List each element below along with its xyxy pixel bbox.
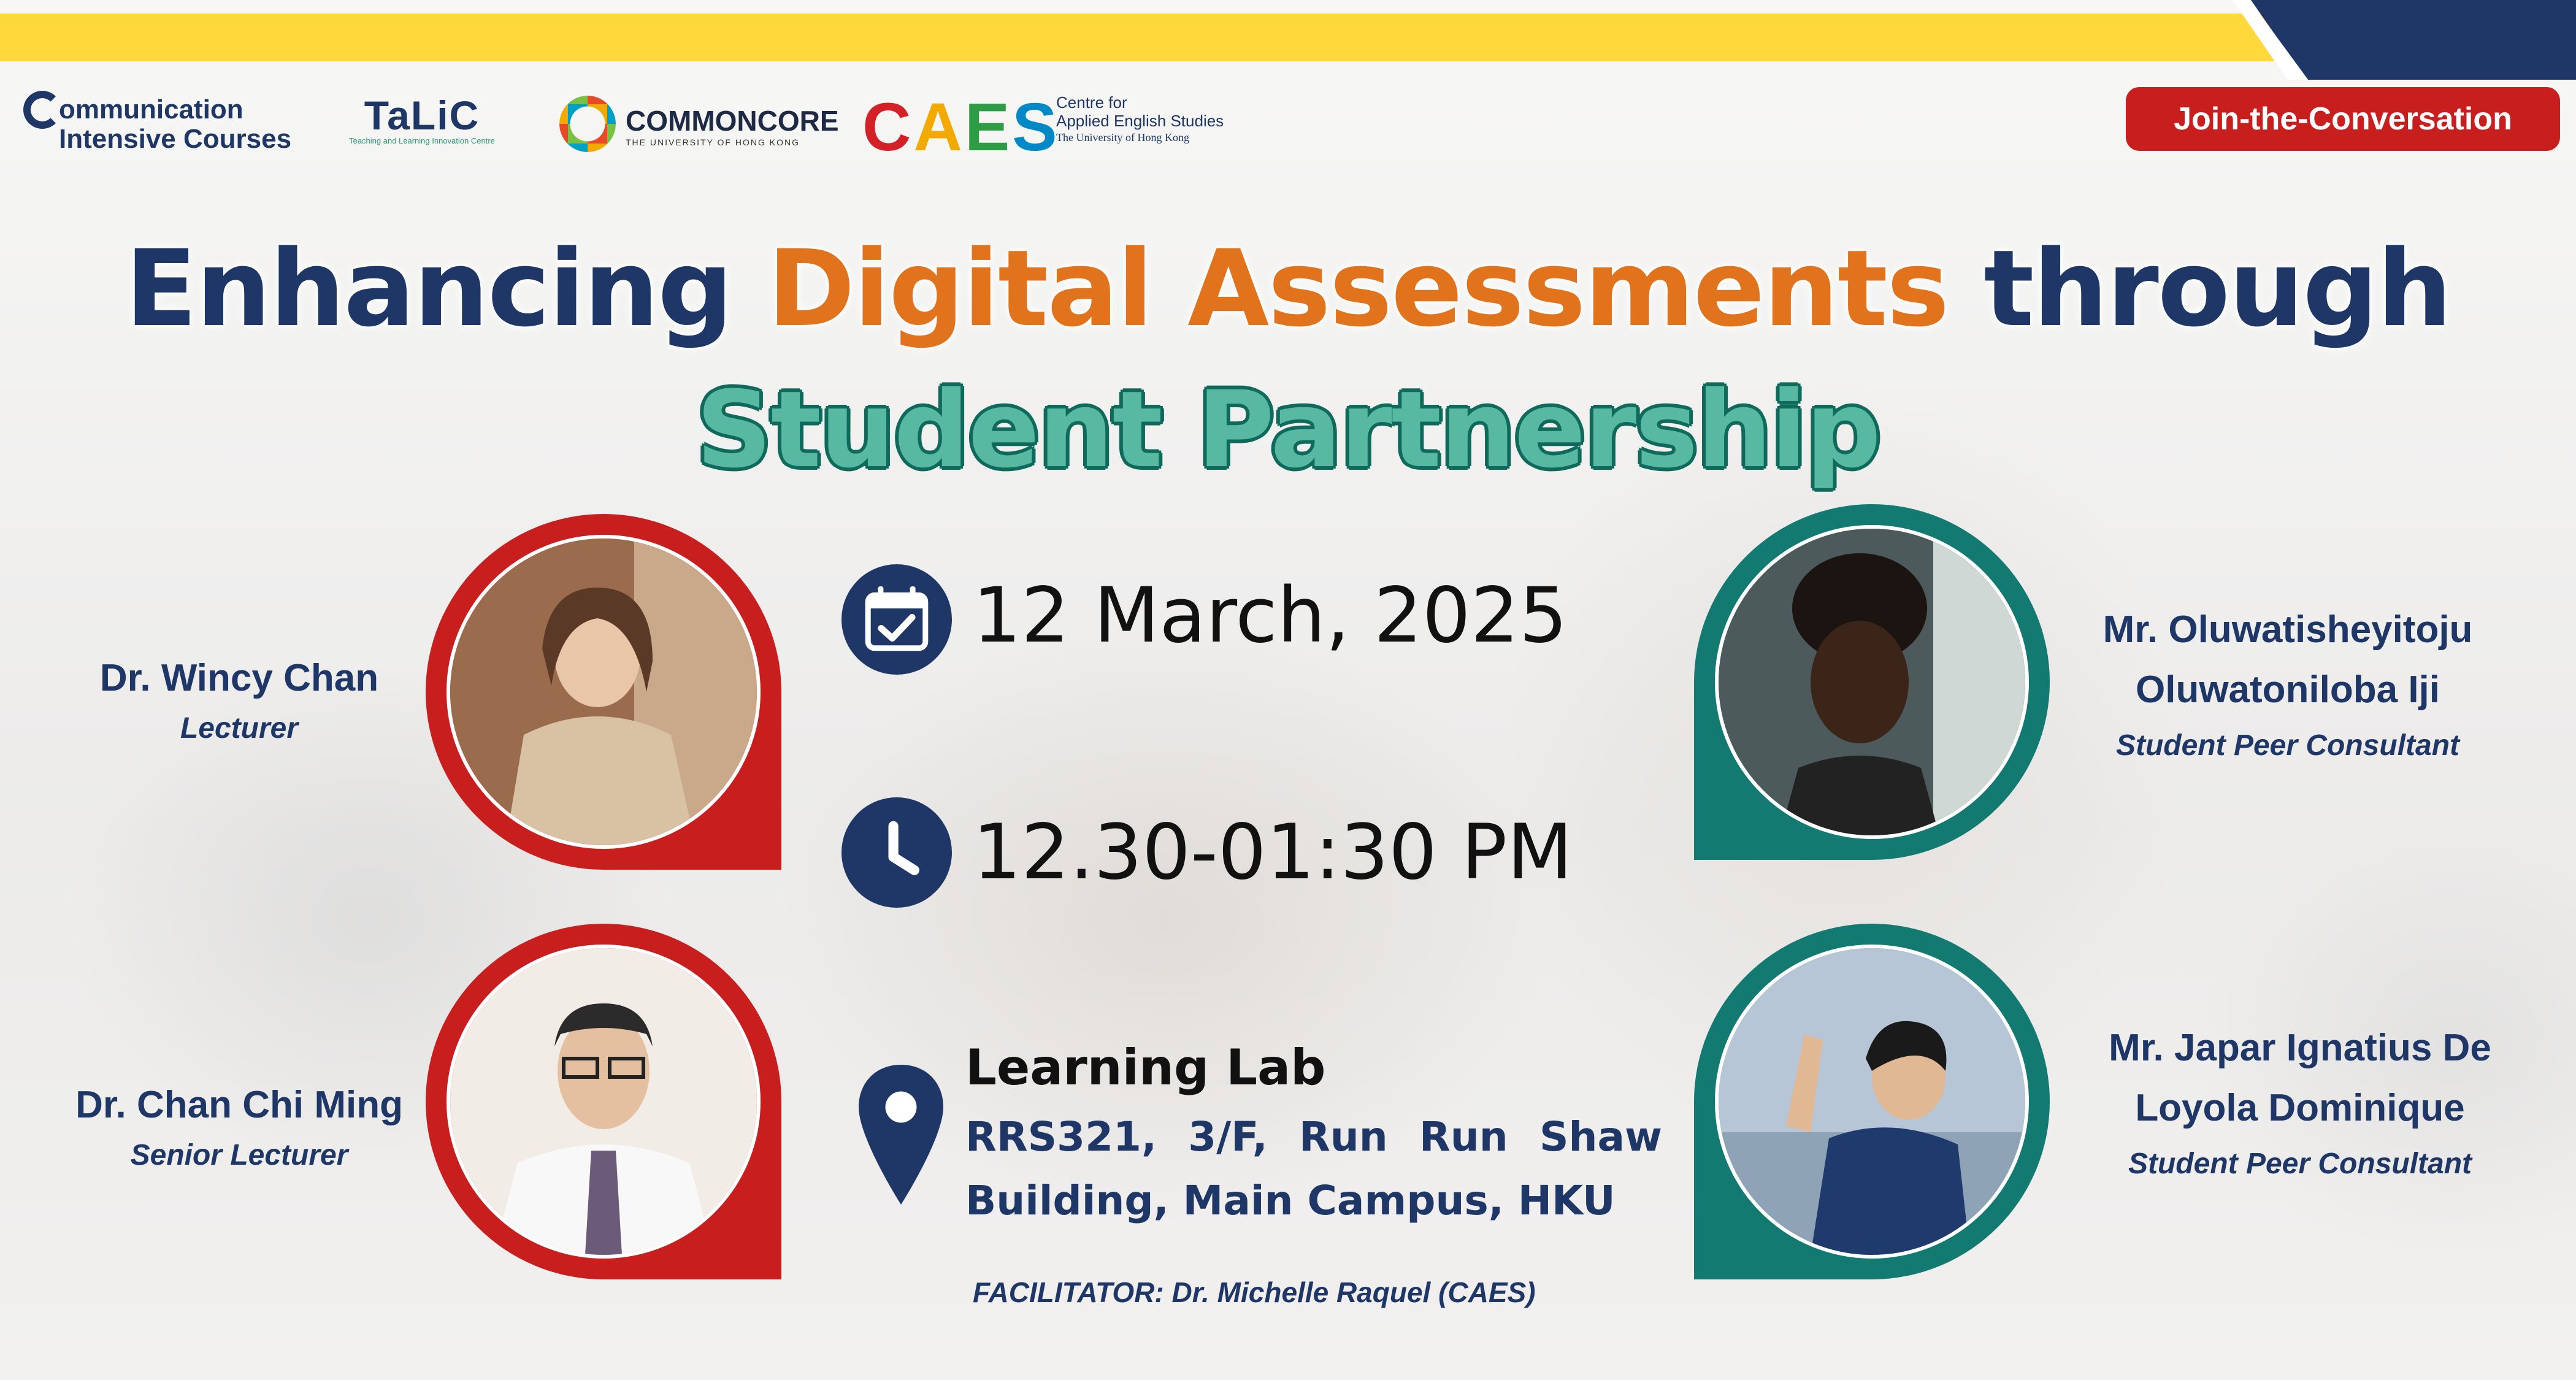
- page-title-line1: Enhancing Digital Assessments through: [125, 227, 2452, 350]
- venue-address: RRS321, 3/F, Run Run Shaw Building, Main…: [965, 1113, 1662, 1224]
- join-the-conversation-button[interactable]: Join-the-Conversation: [2126, 87, 2560, 151]
- caes-logo: CAES Centre for Applied English Studies …: [862, 86, 1243, 165]
- speaker-4-info: Mr. Japar Ignatius De Loyola Dominique S…: [2073, 1018, 2527, 1184]
- portrait-photo: [447, 945, 761, 1259]
- location-pin-icon: [855, 1061, 947, 1208]
- talic-logo-text: TaLiC: [364, 93, 480, 138]
- portrait-photo: [1715, 945, 2029, 1259]
- speaker-photo-frame-3: [1694, 504, 2050, 860]
- speaker-name-line1: Mr. Oluwatisheyitoju: [2103, 608, 2473, 651]
- speaker-name: Dr. Chan Chi Ming: [75, 1084, 403, 1126]
- talic-logo-subtitle: Teaching and Learning Innovation Centre: [349, 136, 495, 145]
- speaker-name-line1: Mr. Japar Ignatius De: [2109, 1027, 2491, 1069]
- speaker-name: Dr. Wincy Chan: [99, 657, 379, 699]
- cic-c-icon: [23, 91, 61, 129]
- commoncore-ring-icon: [559, 96, 616, 152]
- caes-logo-letters: CAES: [862, 90, 1060, 165]
- speaker-2-info: Dr. Chan Chi Ming Senior Lecturer: [37, 1075, 442, 1175]
- talic-logo: TaLiC Teaching and Learning Innovation C…: [336, 92, 508, 153]
- speaker-3-info: Mr. Oluwatisheyitoju Oluwatoniloba Iji S…: [2061, 600, 2515, 765]
- commoncore-logo-text: COMMONCORE: [626, 105, 839, 137]
- caes-logo-line3: The University of Hong Kong: [1056, 131, 1189, 144]
- clock-icon: [841, 797, 952, 908]
- caes-logo-line2: Applied English Studies: [1056, 112, 1224, 130]
- calendar-icon: [841, 564, 952, 675]
- venue-title: Learning Lab: [965, 1039, 1326, 1096]
- corner-navy-shape: [2251, 0, 2576, 80]
- cic-logo-line1: ommunication: [59, 94, 243, 125]
- facilitator-text: FACILITATOR: Dr. Michelle Raquel (CAES): [973, 1276, 1536, 1308]
- speaker-photo-frame-4: [1694, 924, 2050, 1279]
- commoncore-logo-subtitle: THE UNIVERSITY OF HONG KONG: [626, 137, 800, 147]
- portrait-photo: [447, 535, 761, 849]
- event-date: 12 March, 2025: [973, 572, 1568, 660]
- speaker-photo-frame-2: [426, 924, 781, 1279]
- page-title-line2: Student Partnership: [696, 368, 1881, 491]
- speaker-role: Student Peer Consultant: [2115, 729, 2460, 762]
- title-accent: Digital Assessments: [767, 227, 1949, 350]
- speaker-role: Student Peer Consultant: [2128, 1148, 2472, 1180]
- cic-logo-line2: Intensive Courses: [59, 124, 292, 154]
- event-time: 12.30-01:30 PM: [973, 808, 1573, 897]
- speaker-role: Senior Lecturer: [130, 1139, 348, 1171]
- speaker-role: Lecturer: [180, 712, 299, 745]
- cic-logo: ommunication Intensive Courses: [23, 86, 293, 159]
- speaker-photo-frame-1: [426, 514, 781, 870]
- commoncore-logo: COMMONCORE THE UNIVERSITY OF HONG KONG: [559, 92, 839, 153]
- speaker-1-info: Dr. Wincy Chan Lecturer: [61, 648, 417, 748]
- portrait-photo: [1715, 525, 2029, 839]
- top-yellow-bar: [0, 13, 2294, 61]
- speaker-name-line2: Oluwatoniloba Iji: [2136, 669, 2440, 711]
- caes-logo-line1: Centre for: [1056, 93, 1127, 112]
- speaker-name-line2: Loyola Dominique: [2135, 1087, 2465, 1129]
